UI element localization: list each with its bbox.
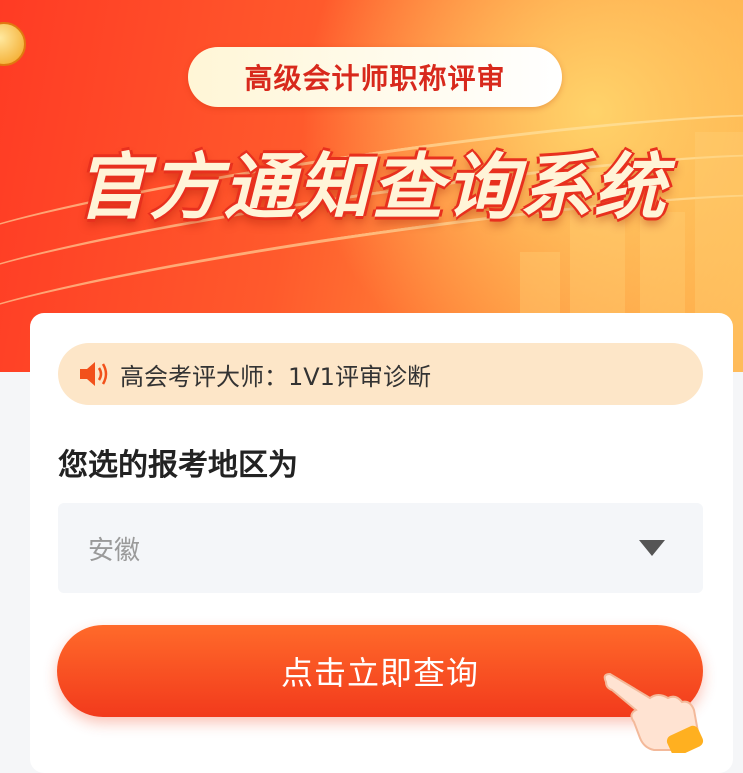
notice-bar[interactable]: 高会考评大师：1V1评审诊断	[58, 343, 703, 405]
coin-icon	[0, 22, 26, 66]
speaker-icon	[80, 362, 108, 386]
chevron-down-icon	[639, 540, 665, 556]
region-title: 您选的报考地区为	[58, 448, 298, 483]
notice-text: 高会考评大师：1V1评审诊断	[120, 362, 431, 391]
region-select[interactable]: 安徽	[58, 503, 703, 593]
header-badge: 高级会计师职称评审	[188, 47, 562, 107]
region-value: 安徽	[88, 535, 141, 566]
page-title: 官方通知查询系统	[75, 145, 668, 229]
pointing-hand-icon	[603, 672, 704, 753]
